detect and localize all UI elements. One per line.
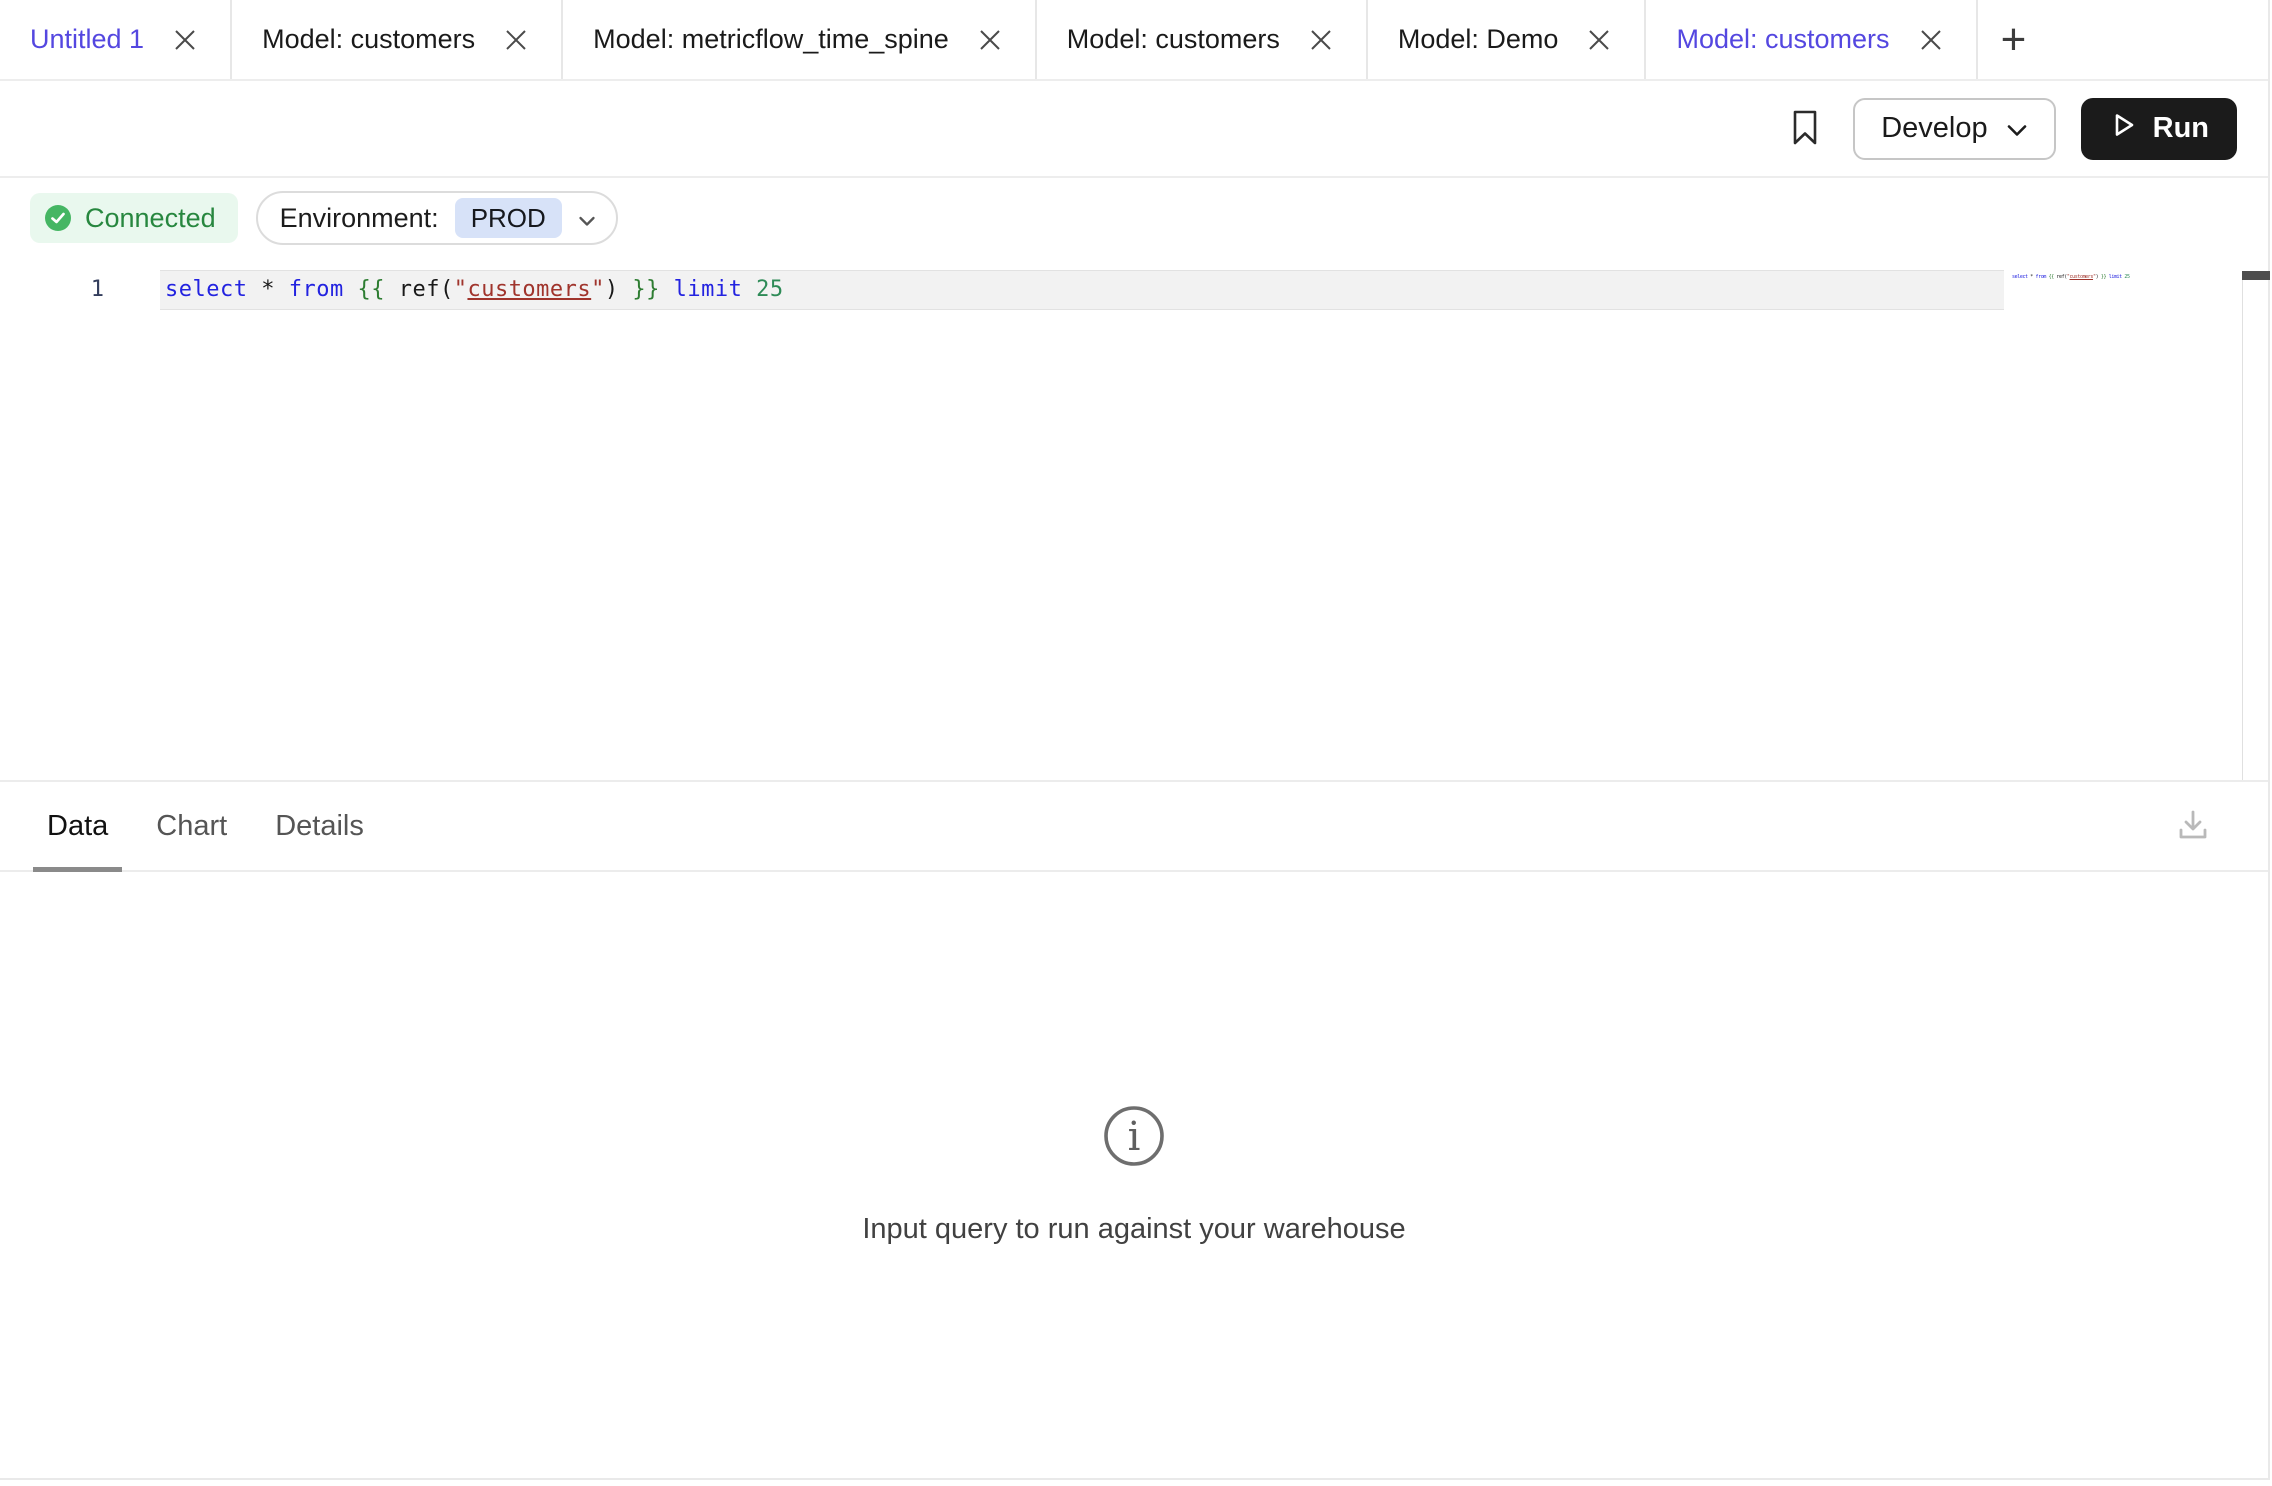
close-icon[interactable] [170, 25, 200, 55]
app-window: Untitled 1 Model: customers Model: metri… [0, 0, 2270, 1480]
tab-chart-label: Chart [156, 810, 227, 843]
develop-dropdown-button[interactable]: Develop [1853, 98, 2055, 160]
bookmark-button[interactable] [1781, 105, 1829, 153]
code-token: ( [440, 277, 454, 302]
editor-scrollbar-thumb[interactable] [2242, 271, 2270, 280]
info-icon: i [1102, 1104, 1166, 1173]
minimap-token: from [2036, 274, 2049, 280]
code-token: " [591, 277, 605, 302]
code-token: ) [605, 277, 633, 302]
minimap-token: customers [2070, 274, 2094, 280]
check-circle-icon [44, 204, 72, 232]
tab-model-demo[interactable]: Model: Demo [1368, 0, 1647, 79]
environment-selector[interactable]: Environment: PROD [256, 191, 618, 245]
code-line[interactable]: select * from {{ ref("customers") }} lim… [160, 270, 2004, 310]
svg-text:i: i [1128, 1114, 1141, 1160]
run-label: Run [2153, 112, 2209, 145]
editor-scrollbar-track [2242, 271, 2268, 780]
connected-label: Connected [85, 203, 216, 234]
code-token: " [454, 277, 468, 302]
code-line-row: 1 select * from {{ ref("customers") }} l… [0, 270, 2268, 310]
tab-data-label: Data [47, 810, 108, 843]
code-token: {{ [357, 277, 398, 302]
code-token: from [289, 277, 358, 302]
code-token: * [261, 277, 289, 302]
minimap-token: select [2012, 274, 2030, 280]
tab-details[interactable]: Details [261, 782, 378, 870]
close-icon[interactable] [975, 25, 1005, 55]
tab-label: Model: customers [262, 24, 475, 55]
empty-state-message: Input query to run against your warehous… [862, 1213, 1405, 1246]
editor-tab-bar: Untitled 1 Model: customers Model: metri… [0, 0, 2268, 81]
environment-value-badge: PROD [455, 198, 562, 238]
bookmark-icon [1791, 109, 1819, 149]
develop-label: Develop [1881, 112, 1987, 145]
minimap-token: }} [2101, 274, 2109, 280]
tab-data[interactable]: Data [33, 782, 122, 870]
chevron-down-icon [578, 203, 596, 234]
toolbar: Develop Run [0, 81, 2268, 178]
code-token: 25 [756, 277, 784, 302]
tab-model-metricflow-time-spine[interactable]: Model: metricflow_time_spine [563, 0, 1037, 79]
play-icon [2109, 111, 2137, 147]
minimap-token: 25 [2124, 274, 2129, 280]
tab-model-customers-1[interactable]: Model: customers [232, 0, 563, 79]
plus-icon: + [2001, 18, 2027, 62]
results-tab-bar: Data Chart Details [0, 780, 2268, 872]
close-icon[interactable] [1916, 25, 1946, 55]
download-button[interactable] [2168, 801, 2218, 851]
tab-label: Model: metricflow_time_spine [593, 24, 949, 55]
minimap-token: limit [2109, 274, 2125, 280]
editor-minimap[interactable]: select * from {{ ref("customers") }} lim… [2012, 274, 2130, 281]
tab-label: Untitled 1 [30, 24, 144, 55]
environment-label: Environment: [280, 203, 439, 234]
status-bar: Connected Environment: PROD [0, 178, 2268, 258]
connection-status-badge: Connected [30, 193, 238, 243]
tab-untitled-1[interactable]: Untitled 1 [0, 0, 232, 79]
new-tab-button[interactable]: + [1978, 0, 2050, 79]
download-icon [2173, 805, 2213, 848]
ref-link-customers[interactable]: customers [467, 277, 591, 302]
code-token: }} [632, 277, 673, 302]
tab-chart[interactable]: Chart [142, 782, 241, 870]
run-button[interactable]: Run [2081, 98, 2237, 160]
line-number: 1 [0, 270, 160, 310]
tab-label: Model: Demo [1398, 24, 1559, 55]
code-token: ref [399, 277, 440, 302]
code-token: select [165, 277, 261, 302]
tab-label: Model: customers [1067, 24, 1280, 55]
tab-details-label: Details [275, 810, 364, 843]
tab-model-customers-2[interactable]: Model: customers [1037, 0, 1368, 79]
results-panel: i Input query to run against your wareho… [0, 872, 2268, 1480]
chevron-down-icon [2006, 112, 2028, 145]
code-token: limit [674, 277, 756, 302]
code-editor[interactable]: 1 select * from {{ ref("customers") }} l… [0, 258, 2268, 780]
close-icon[interactable] [1584, 25, 1614, 55]
close-icon[interactable] [501, 25, 531, 55]
tab-model-customers-active[interactable]: Model: customers [1646, 0, 1977, 79]
tab-label: Model: customers [1676, 24, 1889, 55]
close-icon[interactable] [1306, 25, 1336, 55]
